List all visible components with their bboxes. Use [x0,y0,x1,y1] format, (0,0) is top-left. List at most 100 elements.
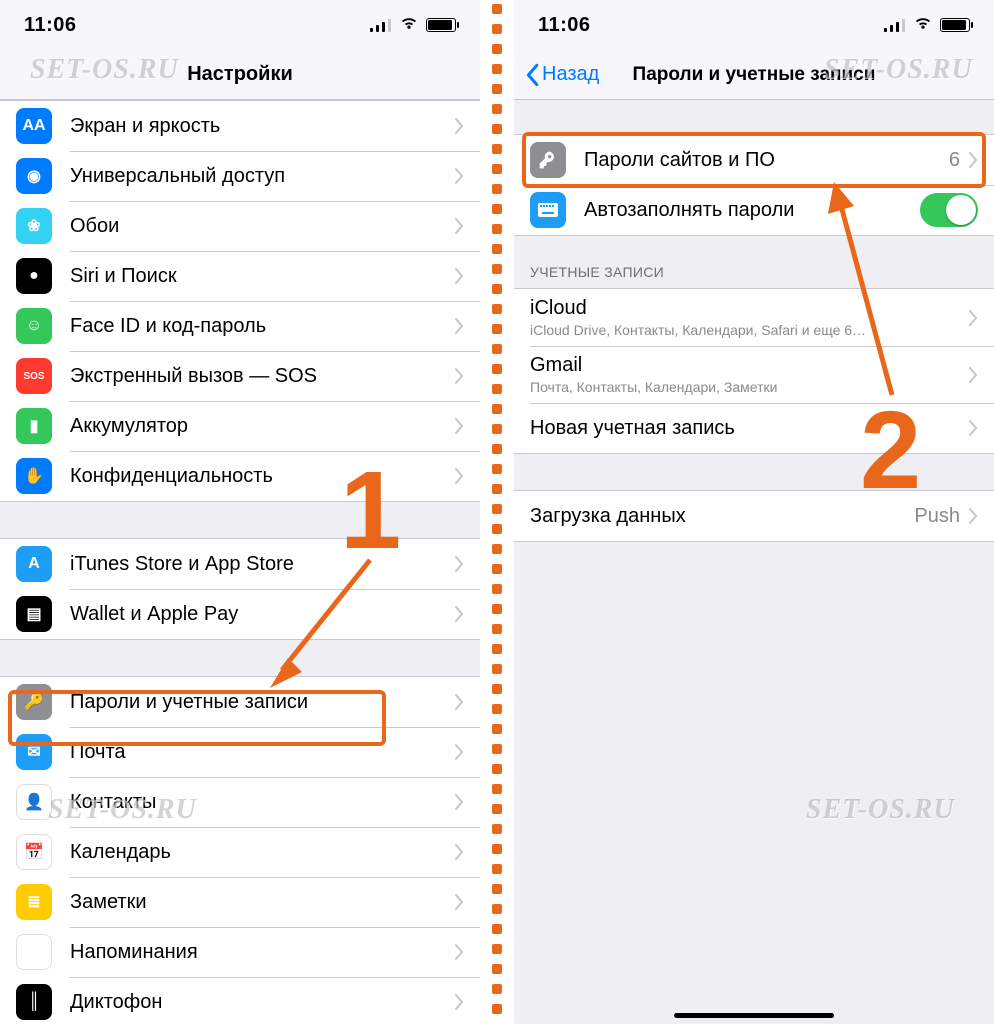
section-header-accounts: УЧЕТНЫЕ ЗАПИСИ [514,236,994,288]
battery-icon: ▮ [16,408,52,444]
row-label: Пароли сайтов и ПО [584,149,949,172]
battery-icon [940,18,970,32]
account-row[interactable]: iCloud iCloud Drive, Контакты, Календари,… [514,289,994,346]
row-label: Новая учетная запись [530,417,968,440]
settings-row[interactable]: ❀ Обои [0,201,480,251]
chevron-right-icon [454,994,464,1010]
divider [480,0,514,1024]
row-label: iTunes Store и App Store [70,553,454,576]
settings-row[interactable]: ✉ Почта [0,727,480,777]
signal-icon [370,18,392,32]
settings-row[interactable]: ▤ Wallet и Apple Pay [0,589,480,639]
screenshot-left: 11:06 Настройки AA Экран и яркость ◉ Уни… [0,0,480,1024]
row-sub: Почта, Контакты, Календари, Заметки [530,379,968,395]
row-label: Диктофон [70,991,454,1014]
chevron-right-icon [454,468,464,484]
chevron-right-icon [454,268,464,284]
chevron-right-icon [454,418,464,434]
siri-icon: ● [16,258,52,294]
chevron-right-icon [454,694,464,710]
voice-icon: ║ [16,984,52,1020]
back-button[interactable]: Назад [524,63,599,87]
chevron-right-icon [454,606,464,622]
privacy-icon: ✋ [16,458,52,494]
settings-row[interactable]: ║ Диктофон [0,977,480,1024]
row-sub: iCloud Drive, Контакты, Календари, Safar… [530,322,968,338]
settings-row[interactable]: 🔑 Пароли и учетные записи [0,677,480,727]
account-row[interactable]: Gmail Почта, Контакты, Календари, Заметки [514,346,994,403]
key-icon: 🔑 [16,684,52,720]
accounts-group: iCloud iCloud Drive, Контакты, Календари,… [514,288,994,454]
settings-row[interactable]: SOS Экстренный вызов — SOS [0,351,480,401]
contacts-icon: 👤 [16,784,52,820]
status-time: 11:06 [538,14,591,37]
chevron-right-icon [454,794,464,810]
signal-icon [884,18,906,32]
key-icon [530,142,566,178]
chevron-right-icon [454,944,464,960]
status-indicators [370,14,456,37]
settings-row[interactable]: 👤 Контакты [0,777,480,827]
screenshot-right: 11:06 Назад Пароли и учетные записи [514,0,994,1024]
row-label: Экран и яркость [70,115,454,138]
nav-header-right: Назад Пароли и учетные записи [514,50,994,100]
battery-icon [426,18,456,32]
settings-row[interactable]: 📅 Календарь [0,827,480,877]
row-label: Автозаполнять пароли [584,199,920,222]
chevron-right-icon [454,556,464,572]
settings-row[interactable]: A iTunes Store и App Store [0,539,480,589]
calendar-icon: 📅 [16,834,52,870]
home-indicator [674,1013,834,1018]
chevron-right-icon [454,118,464,134]
settings-row[interactable]: ▮ Аккумулятор [0,401,480,451]
row-label: Аккумулятор [70,415,454,438]
chevron-right-icon [968,310,978,326]
row-count: 6 [949,149,960,172]
settings-row[interactable]: ☺ Face ID и код-пароль [0,301,480,351]
settings-row[interactable]: AA Экран и яркость [0,101,480,151]
settings-group-2: A iTunes Store и App Store ▤ Wallet и Ap… [0,538,480,640]
row-label: Заметки [70,891,454,914]
wifi-icon [399,14,419,37]
status-time: 11:06 [24,14,77,37]
chevron-right-icon [968,367,978,383]
page-title: Настройки [187,63,293,86]
row-website-passwords[interactable]: Пароли сайтов и ПО 6 [514,135,994,185]
chevron-right-icon [968,420,978,436]
notes-icon: ≣ [16,884,52,920]
faceid-icon: ☺ [16,308,52,344]
settings-group-1: AA Экран и яркость ◉ Универсальный досту… [0,100,480,502]
chevron-right-icon [454,218,464,234]
row-autofill[interactable]: Автозаполнять пароли [514,185,994,235]
accessibility-icon: ◉ [16,158,52,194]
settings-row[interactable]: ≣ Заметки [0,877,480,927]
row-label: iCloud [530,297,968,320]
row-label: Конфиденциальность [70,465,454,488]
row-label: Напоминания [70,941,454,964]
chevron-right-icon [454,168,464,184]
nav-header-left: Настройки [0,50,480,100]
wifi-icon [913,14,933,37]
fetch-group: Загрузка данных Push [514,490,994,542]
toggle-autofill[interactable] [920,193,978,227]
settings-row[interactable]: ● Siri и Поиск [0,251,480,301]
passwords-group: Пароли сайтов и ПО 6 Автозаполнять парол… [514,134,994,236]
settings-group-3: 🔑 Пароли и учетные записи ✉ Почта 👤 Конт… [0,676,480,1024]
chevron-right-icon [454,844,464,860]
settings-row[interactable]: ◉ Универсальный доступ [0,151,480,201]
row-label: Контакты [70,791,454,814]
settings-row[interactable]: ✋ Конфиденциальность [0,451,480,501]
keyboard-icon [530,192,566,228]
mail-icon: ✉ [16,734,52,770]
chevron-right-icon [454,744,464,760]
settings-row[interactable]: ⋮ Напоминания [0,927,480,977]
wallpaper-icon: ❀ [16,208,52,244]
row-label: Загрузка данных [530,505,914,528]
chevron-right-icon [454,368,464,384]
row-fetch[interactable]: Загрузка данных Push [514,491,994,541]
status-indicators [884,14,970,37]
account-row[interactable]: Новая учетная запись [514,403,994,453]
row-label: Face ID и код-пароль [70,315,454,338]
chevron-right-icon [454,318,464,334]
row-label: Gmail [530,354,968,377]
